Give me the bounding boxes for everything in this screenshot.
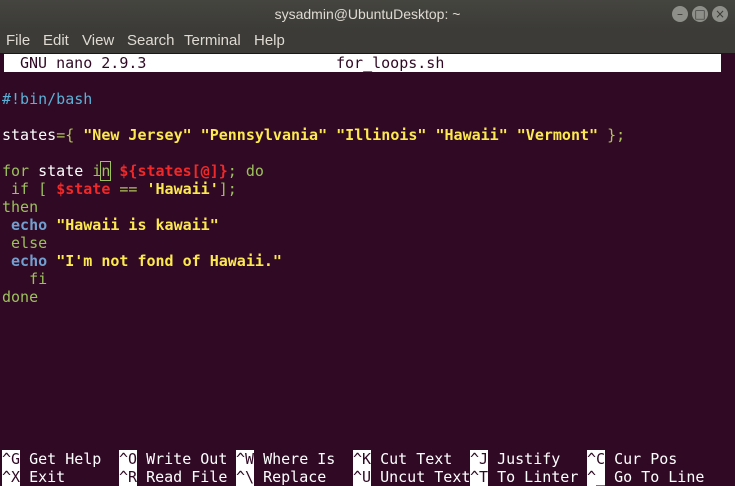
nano-version: GNU nano 2.9.3 xyxy=(20,54,147,72)
shortcut-write-out[interactable]: ^O Write Out xyxy=(119,450,227,468)
shortcut-key: ^G xyxy=(2,450,21,468)
shortcut-label: Cut Text xyxy=(380,450,453,468)
shortcut-exit[interactable]: ^X Exit xyxy=(2,468,65,486)
loop-var: state xyxy=(29,162,93,180)
shortcut-uncut-text[interactable]: ^U Uncut Text xyxy=(353,468,470,486)
shortcut-key: ^\ xyxy=(236,468,255,486)
text-cursor: n xyxy=(100,161,112,181)
in-keyword-i: i xyxy=(92,162,102,180)
code-line-11: fi xyxy=(2,270,732,288)
menu-search[interactable]: Search xyxy=(127,32,175,49)
array-expr: ${states[@]} xyxy=(119,162,228,180)
shortcut-justify[interactable]: ^J Justify xyxy=(470,450,560,468)
window-title: sysadmin@UbuntuDesktop: ~ xyxy=(274,6,461,22)
minimize-button[interactable]: – xyxy=(672,6,688,22)
shebang: #!bin/bash xyxy=(2,90,93,108)
shortcut-label: Replace xyxy=(263,468,327,486)
shortcut-label: Go To Line xyxy=(614,468,705,486)
shortcut-get-help[interactable]: ^G Get Help xyxy=(2,450,101,468)
if-close: ]; xyxy=(218,180,237,198)
shortcut-label: Uncut Text xyxy=(380,468,471,486)
shortcut-key: ^C xyxy=(587,450,606,468)
fi-keyword: fi xyxy=(2,270,48,288)
shortcut-go-to-line[interactable]: ^_ Go To Line xyxy=(587,468,704,486)
code-line-3: states={ "New Jersey" "Pennsylvania" "Il… xyxy=(2,126,732,144)
shortcut-cut-text[interactable]: ^K Cut Text xyxy=(353,450,452,468)
shortcut-key: ^O xyxy=(119,450,138,468)
menu-file[interactable]: File xyxy=(6,32,30,49)
shortcut-label: Write Out xyxy=(146,450,228,468)
nano-filename: for_loops.sh xyxy=(336,54,445,72)
shortcut-label: Cur Pos xyxy=(614,450,678,468)
code-line-1: #!bin/bash xyxy=(2,90,732,108)
code-line-7: then xyxy=(2,198,732,216)
menu-view[interactable]: View xyxy=(82,32,114,49)
code-line-8: echo "Hawaii is kawaii" xyxy=(2,216,732,234)
shortcut-label: Where Is xyxy=(263,450,336,468)
eq-op: == xyxy=(110,180,147,198)
else-keyword: else xyxy=(2,234,48,252)
shortcut-where-is[interactable]: ^W Where Is xyxy=(236,450,335,468)
shortcut-read-file[interactable]: ^R Read File xyxy=(119,468,227,486)
echo-command: echo xyxy=(11,216,48,234)
shortcut-bar: ^G Get Help ^O Write Out ^W Where Is ^K … xyxy=(2,450,735,486)
code-line-12: done xyxy=(2,288,732,306)
state-ref: $state xyxy=(56,180,111,198)
states-open: ={ xyxy=(56,126,84,144)
shortcut-key: ^T xyxy=(470,468,489,486)
shortcut-key: ^U xyxy=(353,468,372,486)
shortcut-label: To Linter xyxy=(497,468,579,486)
shortcut-replace[interactable]: ^\ Replace xyxy=(236,468,326,486)
code-line-6: if [ $state == 'Hawaii']; xyxy=(2,180,732,198)
shortcut-key: ^W xyxy=(236,450,255,468)
menu-help[interactable]: Help xyxy=(254,32,285,49)
menu-bar: File Edit View Search Terminal Help xyxy=(0,29,735,53)
close-button[interactable]: × xyxy=(712,6,728,22)
nano-header-bar: GNU nano 2.9.3 for_loops.sh xyxy=(4,54,721,72)
shortcut-key: ^R xyxy=(119,468,138,486)
shortcut-key: ^K xyxy=(353,450,372,468)
shortcut-key: ^X xyxy=(2,468,21,486)
shortcut-cur-pos[interactable]: ^C Cur Pos xyxy=(587,450,677,468)
then-keyword: then xyxy=(2,198,39,216)
window-titlebar[interactable]: sysadmin@UbuntuDesktop: ~ – □ × xyxy=(0,0,735,29)
editor-area[interactable]: #!bin/bash states={ "New Jersey" "Pennsy… xyxy=(2,90,732,306)
code-line-5: for state in ${states[@]}; do xyxy=(2,161,732,181)
shortcut-key: ^J xyxy=(470,450,489,468)
echo1-string: "Hawaii is kawaii" xyxy=(56,216,219,234)
states-close: }; xyxy=(598,126,626,144)
done-keyword: done xyxy=(2,288,39,306)
echo2-string: "I'm not fond of Hawaii." xyxy=(56,252,282,270)
shortcut-label: Justify xyxy=(497,450,561,468)
states-values: "New Jersey" "Pennsylvania" "Illinois" "… xyxy=(83,126,599,144)
shortcut-to-linter[interactable]: ^T To Linter xyxy=(470,468,578,486)
shortcut-label: Get Help xyxy=(29,450,102,468)
echo-command: echo xyxy=(11,252,48,270)
maximize-button[interactable]: □ xyxy=(692,6,708,22)
if-open: if [ xyxy=(2,180,57,198)
code-line-10: echo "I'm not fond of Hawaii." xyxy=(2,252,732,270)
shortcut-label: Read File xyxy=(146,468,228,486)
menu-terminal[interactable]: Terminal xyxy=(184,32,241,49)
menu-edit[interactable]: Edit xyxy=(43,32,69,49)
states-var: states xyxy=(2,126,57,144)
shortcut-key: ^_ xyxy=(587,468,606,486)
shortcut-label: Exit xyxy=(29,468,66,486)
do-keyword: ; do xyxy=(227,162,264,180)
hawaii-quoted: 'Hawaii' xyxy=(146,180,219,198)
code-line-9: else xyxy=(2,234,732,252)
for-keyword: for xyxy=(2,162,30,180)
